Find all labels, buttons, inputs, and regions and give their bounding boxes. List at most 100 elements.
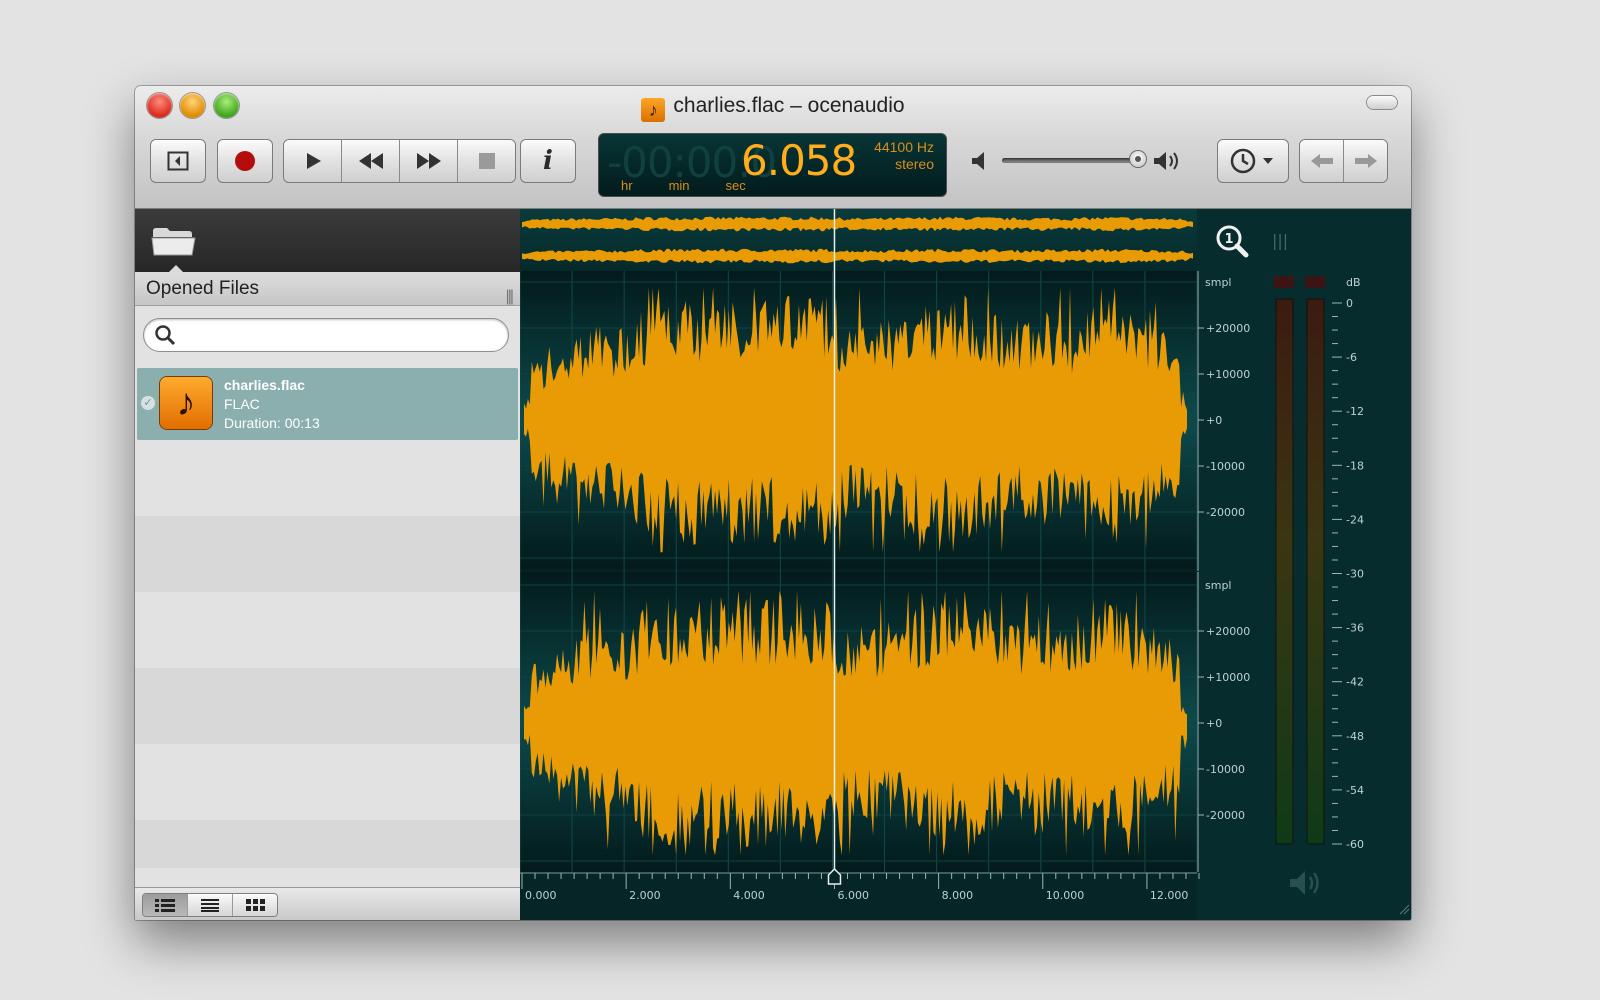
navigation-controls: [1299, 139, 1388, 183]
clip-indicator-right: [1305, 276, 1325, 288]
transport-controls: [283, 139, 516, 183]
waveform-editor[interactable]: smpl +20000 +10000 +0 -10000 -20000 smpl +20000…: [520, 209, 1411, 920]
time-label: 12.000: [1150, 889, 1189, 902]
time-label: 10.000: [1046, 889, 1085, 902]
meter-db-label: -30: [1346, 568, 1364, 581]
meter-db-label: -60: [1346, 838, 1364, 851]
chevron-down-icon: [1263, 158, 1273, 164]
time-label: 2.000: [629, 889, 660, 902]
empty-row: [135, 592, 520, 668]
file-details: charlies.flac FLAC Duration: 00:13: [224, 376, 320, 433]
detail-view-button[interactable]: [143, 894, 188, 916]
play-button[interactable]: [284, 140, 342, 182]
meter-db-label: -12: [1346, 405, 1364, 418]
arrow-left-icon: [1310, 154, 1333, 168]
checkmark-icon: ✓: [141, 396, 155, 410]
info-icon: i: [543, 146, 553, 176]
file-name: charlies.flac: [224, 377, 305, 393]
meter-db-label: -18: [1346, 459, 1364, 472]
arrow-right-icon: [1354, 154, 1377, 168]
panel-grip-icon[interactable]: |||: [1272, 231, 1288, 250]
clock-icon: [1230, 148, 1273, 174]
search-area: [135, 306, 520, 368]
amplitude-unit-label: smpl: [1205, 276, 1232, 289]
info-button[interactable]: i: [520, 139, 576, 183]
time-units: hr min sec: [621, 178, 746, 193]
amplitude-unit-label: smpl: [1205, 579, 1232, 592]
empty-row: [135, 820, 520, 868]
search-input[interactable]: [143, 318, 509, 352]
fast-forward-button[interactable]: [400, 140, 458, 182]
meter-db-label: -48: [1346, 730, 1364, 743]
empty-row: [135, 668, 520, 744]
time-label: 8.000: [942, 889, 974, 902]
music-note-icon: ♪: [641, 98, 666, 122]
meter-db-label: -54: [1346, 784, 1364, 797]
stop-icon: [478, 153, 495, 169]
search-icon: [155, 325, 176, 346]
toggle-sidebar-button[interactable]: [150, 139, 206, 183]
titlebar: ♪ charlies.flac – ocenaudio i -00:00:0 6…: [135, 86, 1411, 209]
record-icon: [235, 151, 255, 171]
time-label: 6.000: [837, 889, 869, 902]
empty-row: [135, 744, 520, 820]
channel-mode: stereo: [895, 156, 934, 172]
list-icon: [201, 899, 219, 912]
sidebar-toolbar: [135, 209, 520, 273]
time-label: 4.000: [733, 889, 765, 902]
meter-bar-left: [1275, 298, 1294, 845]
amplitude-label: -20000: [1206, 506, 1245, 519]
list-view-button[interactable]: [188, 894, 233, 916]
toolbar-toggle-button[interactable]: [1367, 96, 1397, 109]
app-window: ♪ charlies.flac – ocenaudio i -00:00:0 6…: [135, 86, 1411, 920]
amplitude-label: +10000: [1206, 671, 1250, 684]
folder-icon[interactable]: [151, 225, 196, 257]
time-display: -00:00:0 6.058 44100 Hz stereo hr min sec: [598, 133, 947, 197]
volume-slider[interactable]: [1002, 158, 1142, 163]
grid-view-button[interactable]: [233, 894, 277, 916]
amplitude-label: +0: [1206, 414, 1222, 427]
format-info: 44100 Hz stereo: [874, 139, 934, 173]
stop-button[interactable]: [458, 140, 515, 182]
forward-button[interactable]: [1344, 140, 1387, 182]
time-label: 0.000: [525, 889, 557, 902]
volume-slider-knob[interactable]: [1130, 151, 1146, 167]
opened-files-header: Opened Files |||: [135, 272, 520, 306]
clip-indicator-left: [1274, 276, 1294, 288]
meter-db-label: 0: [1346, 297, 1353, 310]
play-icon: [306, 153, 321, 169]
meter-unit-label: dB: [1346, 276, 1361, 289]
view-mode-selector: [142, 893, 278, 917]
file-format: FLAC: [224, 396, 260, 412]
music-note-icon: ♪: [160, 377, 212, 429]
amplitude-label: +20000: [1206, 625, 1250, 638]
amplitude-label: +20000: [1206, 322, 1250, 335]
amplitude-label: +10000: [1206, 368, 1250, 381]
file-list-item[interactable]: ✓ ♪ charlies.flac FLAC Duration: 00:13: [137, 368, 518, 440]
meter-db-label: -24: [1346, 513, 1364, 526]
window-title: ♪ charlies.flac – ocenaudio: [135, 92, 1411, 122]
svg-text:1: 1: [1224, 232, 1233, 247]
amplitude-label: -10000: [1206, 763, 1245, 776]
file-duration: Duration: 00:13: [224, 415, 320, 431]
back-button[interactable]: [1300, 140, 1344, 182]
files-sidebar: Opened Files ||| ✓ ♪ charlies.flac FLAC …: [135, 209, 520, 920]
meter-db-label: -6: [1346, 351, 1357, 364]
meter-db-label: -42: [1346, 676, 1364, 689]
volume-high-icon: [1154, 152, 1178, 170]
amplitude-label: -10000: [1206, 460, 1245, 473]
record-button[interactable]: [217, 139, 273, 183]
grid-icon: [246, 899, 265, 911]
rewind-button[interactable]: [342, 140, 400, 182]
amplitude-label: +0: [1206, 717, 1222, 730]
detail-list-icon: [155, 899, 175, 912]
meter-bar-right: [1306, 298, 1325, 845]
waveform-canvas[interactable]: smpl +20000 +10000 +0 -10000 -20000 smpl +20000…: [520, 209, 1411, 920]
history-button[interactable]: [1217, 139, 1289, 183]
volume-low-icon: [972, 152, 984, 170]
amplitude-label: -20000: [1206, 809, 1245, 822]
rewind-icon: [358, 153, 383, 169]
sidebar-footer: [135, 887, 520, 920]
sample-rate: 44100 Hz: [874, 139, 934, 155]
volume-control: [970, 144, 1185, 176]
